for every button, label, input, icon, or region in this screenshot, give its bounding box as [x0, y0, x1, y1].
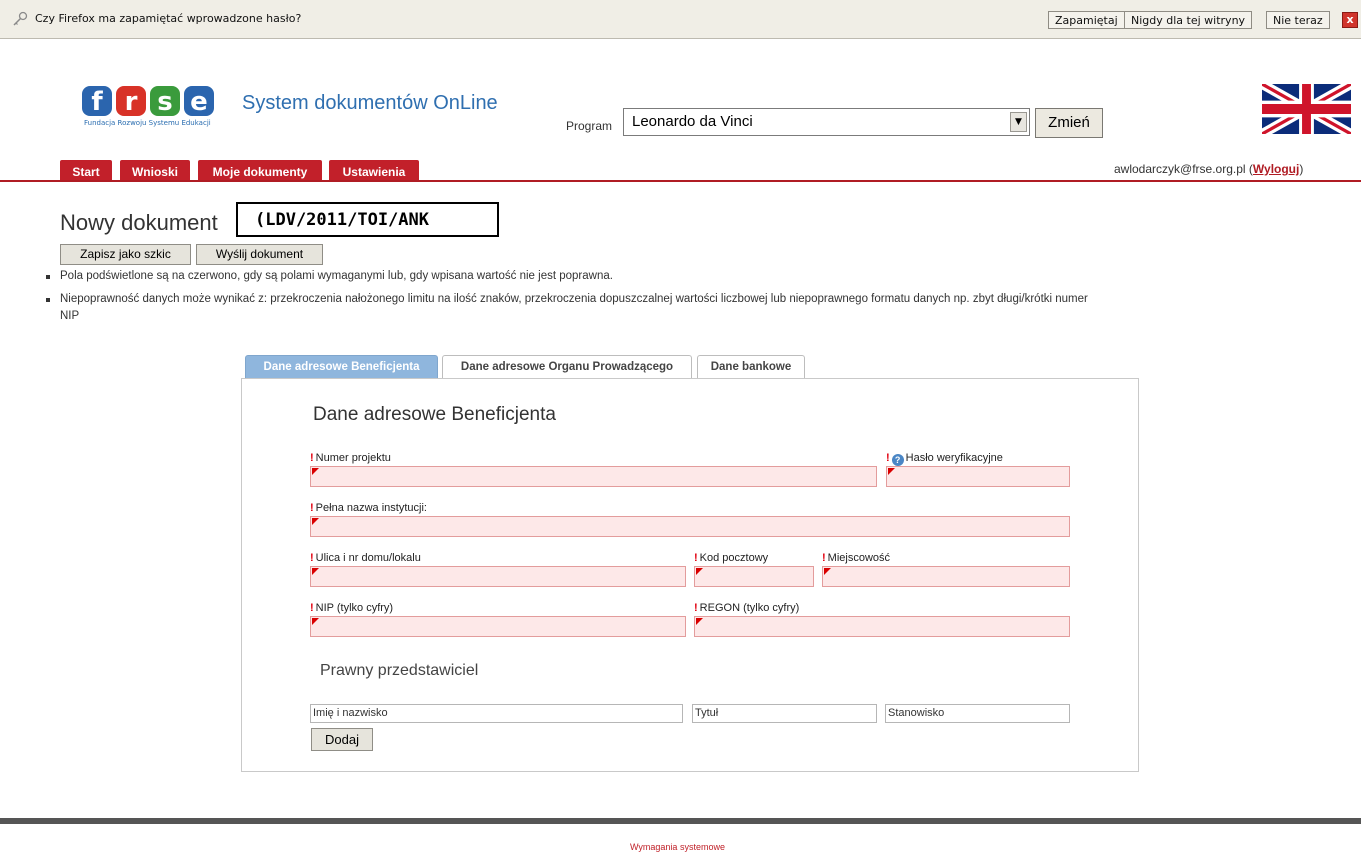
project-number-label: ! Numer projektu — [310, 452, 391, 464]
bullet-icon — [46, 275, 50, 279]
nip-input[interactable] — [310, 616, 686, 637]
error-marker-icon — [312, 618, 319, 625]
error-marker-icon — [696, 568, 703, 575]
project-number-input[interactable] — [310, 466, 877, 487]
tab-beneficiary-address[interactable]: Dane adresowe Beneficjenta — [245, 355, 438, 379]
password-input[interactable] — [886, 466, 1070, 487]
svg-text:e: e — [190, 87, 208, 117]
key-icon — [13, 11, 28, 26]
institution-input[interactable] — [310, 516, 1070, 537]
uk-flag-icon[interactable] — [1262, 84, 1351, 134]
required-icon: ! — [694, 552, 698, 564]
user-info: awlodarczyk@frse.org.pl (Wyloguj) — [1114, 162, 1304, 176]
tab-bank-data[interactable]: Dane bankowe — [697, 355, 805, 379]
error-marker-icon — [312, 568, 319, 575]
page-title: Nowy dokument — [60, 210, 218, 235]
required-icon: ! — [886, 452, 890, 464]
tab-wnioski[interactable]: Wnioski — [120, 160, 190, 182]
app-title: System dokumentów OnLine — [242, 92, 498, 114]
document-reference-text: (LDV/2011/TOI/ANK — [255, 210, 429, 230]
help-icon[interactable]: ? — [891, 454, 904, 466]
error-marker-icon — [312, 518, 319, 525]
city-input[interactable] — [822, 566, 1070, 587]
system-requirements-link[interactable]: Wymagania systemowe — [630, 842, 725, 852]
tab-start[interactable]: Start — [60, 160, 112, 182]
error-marker-icon — [696, 618, 703, 625]
bullet-icon — [46, 298, 50, 302]
notification-message: Czy Firefox ma zapamiętać wprowadzone ha… — [35, 12, 302, 25]
legal-representative-title: Prawny przedstawiciel — [320, 662, 479, 679]
error-marker-icon — [312, 468, 319, 475]
svg-text:r: r — [125, 87, 138, 117]
never-for-site-button[interactable]: Nigdy dla tej witryny — [1124, 11, 1253, 29]
svg-text:s: s — [157, 87, 172, 117]
postal-code-label: ! Kod pocztowy — [694, 552, 769, 564]
required-icon: ! — [310, 552, 314, 564]
program-label: Program — [566, 119, 613, 133]
not-now-button[interactable]: Nie teraz — [1266, 11, 1330, 29]
document-reference: (LDV/2011/TOI/ANK — [236, 202, 499, 237]
error-marker-icon — [824, 568, 831, 575]
street-input[interactable] — [310, 566, 686, 587]
section-title: Dane adresowe Beneficjenta — [313, 404, 556, 425]
nip-label: ! NIP (tylko cyfry) — [310, 602, 394, 614]
institution-label: ! Pełna nazwa instytucji: — [310, 502, 427, 514]
logout-link[interactable]: Wyloguj — [1253, 162, 1299, 176]
user-email: awlodarczyk@frse.org.pl — [1114, 162, 1246, 176]
close-notification-button[interactable]: x — [1342, 12, 1358, 28]
nav-divider — [0, 180, 1361, 182]
required-icon: ! — [694, 602, 698, 614]
tab-moje-dokumenty[interactable]: Moje dokumenty — [198, 160, 322, 182]
remember-button[interactable]: Zapamiętaj — [1048, 11, 1125, 29]
tab-ustawienia[interactable]: Ustawienia — [329, 160, 419, 182]
save-draft-button[interactable]: Zapisz jako szkic — [60, 244, 191, 265]
program-select-value: Leonardo da Vinci — [632, 113, 753, 130]
required-icon: ! — [310, 452, 314, 464]
required-icon: ! — [310, 502, 314, 514]
add-representative-button[interactable]: Dodaj — [311, 728, 373, 751]
info-note-continuation: NIP — [60, 310, 80, 322]
regon-input[interactable] — [694, 616, 1070, 637]
info-note-text: Niepoprawność danych może wynikać z: prz… — [60, 293, 1088, 305]
title-input[interactable]: Tytuł — [692, 704, 877, 723]
position-input[interactable]: Stanowisko — [885, 704, 1070, 723]
chevron-down-icon[interactable]: ▼ — [1010, 112, 1027, 132]
regon-label: ! REGON (tylko cyfry) — [694, 602, 800, 614]
name-input[interactable]: Imię i nazwisko — [310, 704, 683, 723]
error-marker-icon — [888, 468, 895, 475]
required-icon: ! — [310, 602, 314, 614]
info-note-text: Pola podświetlone są na czerwono, gdy są… — [60, 270, 613, 282]
city-label: ! Miejscowość — [822, 552, 891, 564]
footer-bar — [0, 818, 1361, 824]
password-label: !? Hasło weryfikacyjne — [886, 452, 1003, 466]
svg-text:f: f — [91, 87, 103, 117]
program-select[interactable]: Leonardo da Vinci ▼ — [623, 108, 1030, 136]
tab-governing-body-address[interactable]: Dane adresowe Organu Prowadzącego — [442, 355, 692, 379]
change-program-button[interactable]: Zmień — [1035, 108, 1103, 138]
logo-subtitle: Fundacja Rozwoju Systemu Edukacji — [84, 119, 211, 127]
send-document-button[interactable]: Wyślij dokument — [196, 244, 323, 265]
postal-code-input[interactable] — [694, 566, 814, 587]
password-notification-bar: Czy Firefox ma zapamiętać wprowadzone ha… — [0, 0, 1361, 39]
street-label: ! Ulica i nr domu/lokalu — [310, 552, 421, 564]
required-icon: ! — [822, 552, 826, 564]
